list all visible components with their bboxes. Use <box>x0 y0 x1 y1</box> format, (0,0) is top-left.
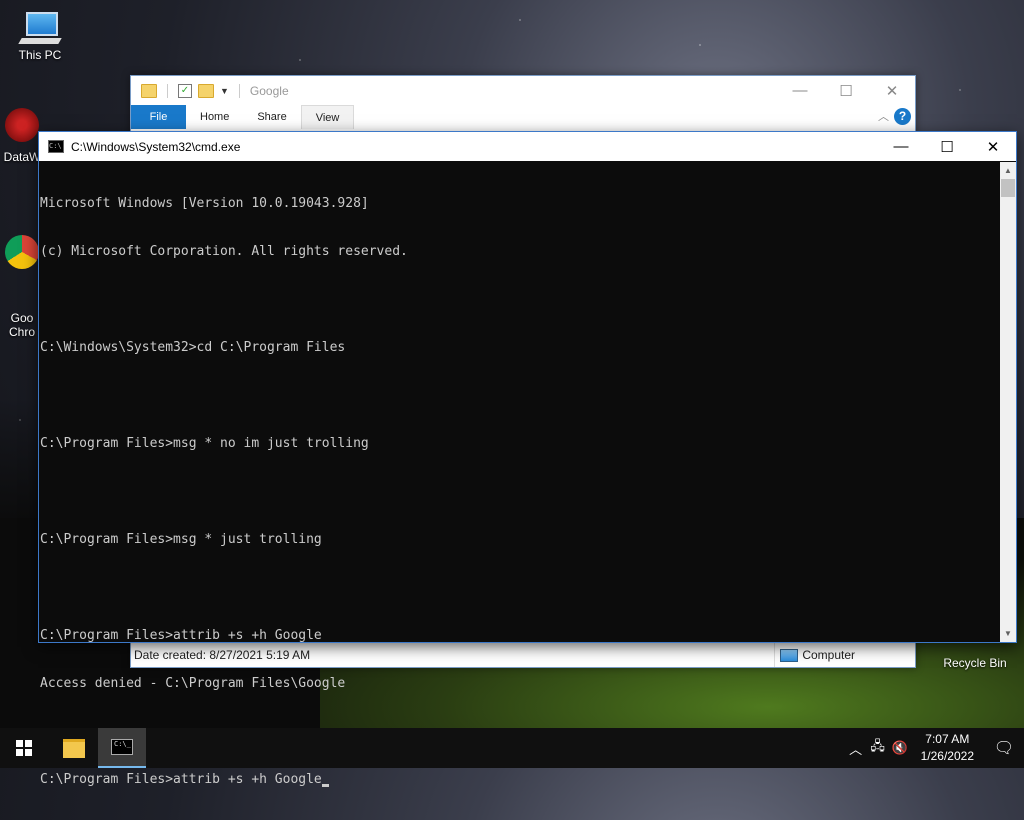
maximize-button[interactable]: ☐ <box>924 138 970 156</box>
console-line: C:\Windows\System32>cd C:\Program Files <box>40 340 346 355</box>
folder-icon <box>63 738 85 758</box>
cmd-title-bar[interactable]: C:\ C:\Windows\System32\cmd.exe — ☐ ✕ <box>39 132 1016 161</box>
new-folder-icon[interactable] <box>198 83 214 98</box>
scroll-down-arrow[interactable]: ▼ <box>1000 625 1016 642</box>
computer-icon <box>18 12 62 44</box>
minimize-button[interactable]: — <box>878 138 924 156</box>
help-icon[interactable]: ? <box>894 108 911 125</box>
tab-view[interactable]: View <box>300 105 355 129</box>
chevron-down-icon[interactable]: ▼ <box>220 86 229 96</box>
console-line: Microsoft Windows [Version 10.0.19043.92… <box>40 196 369 211</box>
clock-date: 1/26/2022 <box>920 749 974 763</box>
app-icon <box>5 108 39 142</box>
tab-file[interactable]: File <box>131 105 186 129</box>
volume-muted-icon[interactable]: 🔇 <box>889 740 911 756</box>
start-button[interactable] <box>0 728 48 768</box>
collapse-ribbon-icon[interactable]: ︿ <box>878 108 889 124</box>
system-tray: ︿ 🖧 🔇 7:07 AM 1/26/2022 🗨 <box>845 728 1024 768</box>
network-icon[interactable]: 🖧 <box>867 737 889 759</box>
console-prompt-line[interactable]: C:\Program Files>attrib +s +h Google <box>40 772 1001 788</box>
clock[interactable]: 7:07 AM 1/26/2022 <box>911 731 984 765</box>
console-line: C:\Program Files>msg * just trolling <box>40 532 322 547</box>
vertical-scrollbar[interactable]: ▲ ▼ <box>1000 162 1016 642</box>
close-button[interactable]: ✕ <box>869 82 915 100</box>
console-line: C:\Program Files>msg * no im just trolli… <box>40 436 369 451</box>
console-line: (c) Microsoft Corporation. All rights re… <box>40 244 408 259</box>
close-button[interactable]: ✕ <box>970 138 1016 156</box>
console-output[interactable]: Microsoft Windows [Version 10.0.19043.92… <box>39 162 1001 787</box>
cmd-window-controls: — ☐ ✕ <box>878 138 1016 156</box>
chrome-icon <box>5 235 39 269</box>
cmd-icon: C:\ <box>48 140 64 153</box>
clock-time: 7:07 AM <box>925 732 970 746</box>
explorer-title: Google <box>249 83 289 98</box>
taskbar: C:\_ ︿ 🖧 🔇 7:07 AM 1/26/2022 🗨 <box>0 728 1024 768</box>
cmd-icon: C:\_ <box>111 739 133 755</box>
scroll-up-arrow[interactable]: ▲ <box>1000 162 1016 179</box>
notifications-icon[interactable]: 🗨 <box>984 738 1024 758</box>
console-line: Access denied - C:\Program Files\Google <box>40 676 346 691</box>
cmd-window[interactable]: C:\ C:\Windows\System32\cmd.exe — ☐ ✕ Mi… <box>38 131 1017 787</box>
text-cursor <box>321 784 329 787</box>
quick-access-toolbar: ✓ ▼ Google <box>131 83 289 98</box>
current-command[interactable]: C:\Program Files>attrib +s +h Google <box>40 772 322 787</box>
taskbar-file-explorer[interactable] <box>50 728 98 768</box>
console-line: C:\Program Files>attrib +s +h Google <box>40 628 322 643</box>
explorer-title-bar[interactable]: ✓ ▼ Google — ☐ ✕ <box>131 76 915 105</box>
maximize-button[interactable]: ☐ <box>823 82 869 100</box>
tab-home[interactable]: Home <box>186 105 243 129</box>
chevron-up-icon[interactable]: ︿ <box>845 739 867 758</box>
windows-icon <box>16 740 32 756</box>
folder-icon[interactable] <box>141 83 157 98</box>
ribbon-tabs: File Home Share View ︿ ? <box>131 105 915 129</box>
cmd-title: C:\Windows\System32\cmd.exe <box>71 139 241 154</box>
desktop-icon-label: This PC <box>18 48 62 62</box>
scroll-thumb[interactable] <box>1001 179 1015 197</box>
tab-share[interactable]: Share <box>243 105 300 129</box>
properties-icon[interactable]: ✓ <box>178 83 192 98</box>
taskbar-cmd[interactable]: C:\_ <box>98 728 146 768</box>
desktop-icon-this-pc[interactable]: This PC <box>0 12 80 62</box>
minimize-button[interactable]: — <box>777 82 823 100</box>
explorer-window-controls: — ☐ ✕ <box>777 82 915 100</box>
